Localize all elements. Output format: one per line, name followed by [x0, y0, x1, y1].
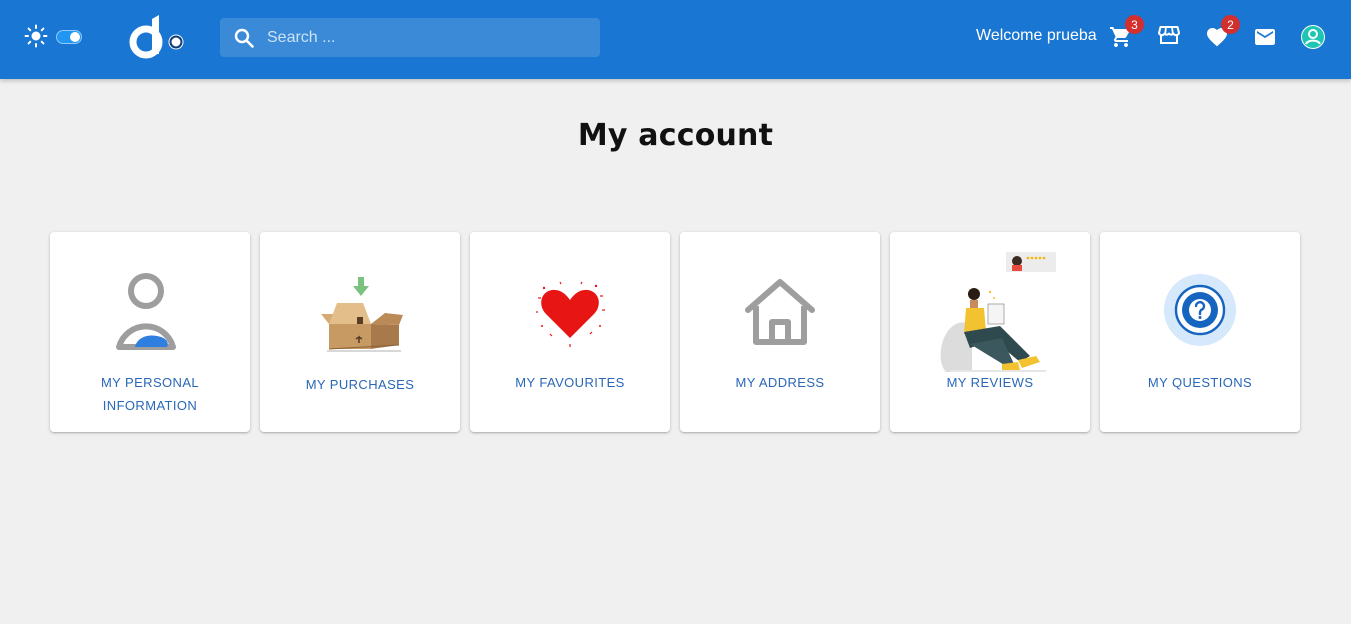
card-label: MY REVIEWS — [946, 375, 1034, 390]
cart-badge: 3 — [1125, 15, 1144, 34]
person-icon — [116, 273, 176, 350]
card-art — [680, 252, 880, 372]
search-input[interactable] — [267, 18, 587, 57]
card-art — [260, 252, 460, 372]
question-icon — [1164, 274, 1236, 346]
box-icon — [321, 277, 403, 352]
account-icon — [1301, 25, 1325, 49]
search-box[interactable] — [220, 18, 600, 57]
favourites-badge: 2 — [1221, 15, 1240, 34]
card-label: MY ADDRESS — [735, 375, 825, 390]
search-icon[interactable] — [232, 26, 256, 50]
mail-icon — [1255, 29, 1275, 45]
card-address[interactable]: MY ADDRESS — [680, 232, 880, 432]
favourites-button[interactable]: 2 — [1204, 15, 1240, 50]
card-purchases[interactable]: MY PURCHASES — [260, 232, 460, 432]
card-art — [50, 252, 250, 372]
sun-icon — [24, 24, 48, 48]
card-reviews[interactable]: MY REVIEWS — [890, 232, 1090, 432]
card-art — [1100, 252, 1300, 372]
card-label: MY PERSONAL INFORMATION — [100, 375, 200, 413]
app-bar: Welcome prueba 3 2 — [0, 0, 1351, 79]
store-icon — [1158, 26, 1180, 44]
account-button[interactable] — [1300, 24, 1326, 50]
card-label: MY PURCHASES — [305, 377, 415, 392]
logo[interactable] — [128, 12, 188, 62]
review-illustration — [940, 252, 1056, 372]
card-art — [890, 252, 1090, 372]
card-label: MY QUESTIONS — [1147, 375, 1253, 390]
card-favourites[interactable]: MY FAVOURITES — [470, 232, 670, 432]
card-art — [470, 252, 670, 372]
welcome-text: Welcome prueba — [976, 27, 1097, 44]
cart-button[interactable]: 3 — [1108, 15, 1144, 50]
messages-button[interactable] — [1252, 24, 1278, 50]
heart-illustration — [536, 281, 605, 347]
store-button[interactable] — [1156, 22, 1182, 48]
card-questions[interactable]: MY QUESTIONS — [1100, 232, 1300, 432]
card-label: MY FAVOURITES — [515, 375, 625, 390]
card-personal-information[interactable]: MY PERSONAL INFORMATION — [50, 232, 250, 432]
toggle-knob — [70, 32, 80, 42]
page-title: My account — [577, 118, 774, 153]
theme-toggle[interactable] — [56, 30, 82, 44]
moon-icon — [101, 27, 110, 45]
house-icon — [745, 279, 815, 345]
